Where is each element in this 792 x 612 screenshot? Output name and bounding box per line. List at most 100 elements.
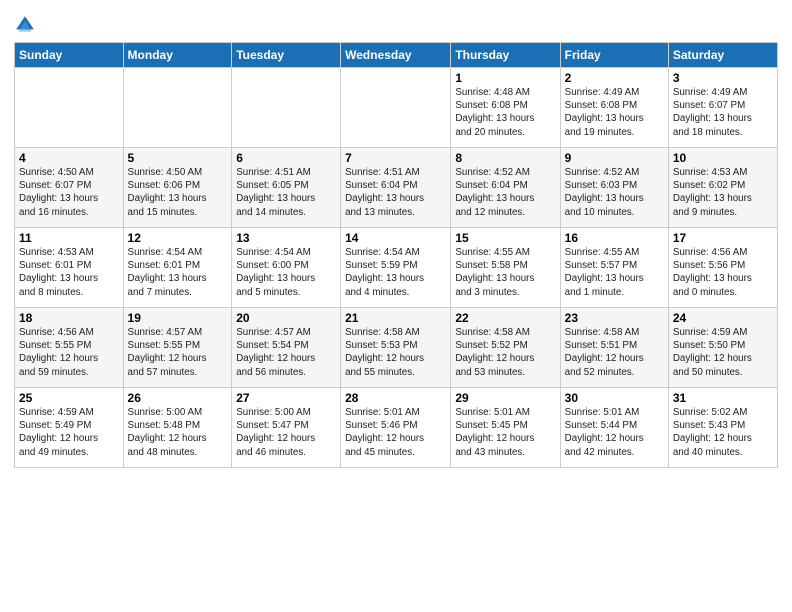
day-cell xyxy=(341,68,451,148)
day-cell: 26Sunrise: 5:00 AM Sunset: 5:48 PM Dayli… xyxy=(123,388,232,468)
day-number: 25 xyxy=(19,391,119,405)
day-cell: 7Sunrise: 4:51 AM Sunset: 6:04 PM Daylig… xyxy=(341,148,451,228)
day-number: 16 xyxy=(565,231,664,245)
day-info: Sunrise: 4:59 AM Sunset: 5:49 PM Dayligh… xyxy=(19,406,119,459)
day-number: 23 xyxy=(565,311,664,325)
day-number: 31 xyxy=(673,391,773,405)
day-info: Sunrise: 4:54 AM Sunset: 6:00 PM Dayligh… xyxy=(236,246,336,299)
weekday-header-sunday: Sunday xyxy=(15,43,124,68)
day-info: Sunrise: 5:02 AM Sunset: 5:43 PM Dayligh… xyxy=(673,406,773,459)
day-info: Sunrise: 4:57 AM Sunset: 5:55 PM Dayligh… xyxy=(128,326,228,379)
day-number: 1 xyxy=(455,71,555,85)
day-info: Sunrise: 4:55 AM Sunset: 5:58 PM Dayligh… xyxy=(455,246,555,299)
day-number: 12 xyxy=(128,231,228,245)
day-number: 28 xyxy=(345,391,446,405)
day-info: Sunrise: 4:48 AM Sunset: 6:08 PM Dayligh… xyxy=(455,86,555,139)
logo-icon xyxy=(14,14,36,36)
day-number: 20 xyxy=(236,311,336,325)
day-cell xyxy=(123,68,232,148)
day-cell: 3Sunrise: 4:49 AM Sunset: 6:07 PM Daylig… xyxy=(668,68,777,148)
day-cell: 11Sunrise: 4:53 AM Sunset: 6:01 PM Dayli… xyxy=(15,228,124,308)
day-cell: 20Sunrise: 4:57 AM Sunset: 5:54 PM Dayli… xyxy=(232,308,341,388)
day-info: Sunrise: 5:01 AM Sunset: 5:46 PM Dayligh… xyxy=(345,406,446,459)
day-info: Sunrise: 4:51 AM Sunset: 6:05 PM Dayligh… xyxy=(236,166,336,219)
week-row-1: 4Sunrise: 4:50 AM Sunset: 6:07 PM Daylig… xyxy=(15,148,778,228)
weekday-header-thursday: Thursday xyxy=(451,43,560,68)
day-number: 6 xyxy=(236,151,336,165)
day-cell: 24Sunrise: 4:59 AM Sunset: 5:50 PM Dayli… xyxy=(668,308,777,388)
day-number: 17 xyxy=(673,231,773,245)
day-cell: 2Sunrise: 4:49 AM Sunset: 6:08 PM Daylig… xyxy=(560,68,668,148)
day-number: 27 xyxy=(236,391,336,405)
day-cell: 25Sunrise: 4:59 AM Sunset: 5:49 PM Dayli… xyxy=(15,388,124,468)
day-info: Sunrise: 4:56 AM Sunset: 5:55 PM Dayligh… xyxy=(19,326,119,379)
day-info: Sunrise: 4:54 AM Sunset: 5:59 PM Dayligh… xyxy=(345,246,446,299)
day-number: 29 xyxy=(455,391,555,405)
week-row-3: 18Sunrise: 4:56 AM Sunset: 5:55 PM Dayli… xyxy=(15,308,778,388)
day-info: Sunrise: 4:58 AM Sunset: 5:51 PM Dayligh… xyxy=(565,326,664,379)
day-info: Sunrise: 5:00 AM Sunset: 5:48 PM Dayligh… xyxy=(128,406,228,459)
day-cell: 6Sunrise: 4:51 AM Sunset: 6:05 PM Daylig… xyxy=(232,148,341,228)
day-cell: 8Sunrise: 4:52 AM Sunset: 6:04 PM Daylig… xyxy=(451,148,560,228)
week-row-2: 11Sunrise: 4:53 AM Sunset: 6:01 PM Dayli… xyxy=(15,228,778,308)
day-info: Sunrise: 5:01 AM Sunset: 5:45 PM Dayligh… xyxy=(455,406,555,459)
day-info: Sunrise: 4:49 AM Sunset: 6:07 PM Dayligh… xyxy=(673,86,773,139)
logo xyxy=(14,14,40,36)
day-cell: 17Sunrise: 4:56 AM Sunset: 5:56 PM Dayli… xyxy=(668,228,777,308)
day-info: Sunrise: 5:00 AM Sunset: 5:47 PM Dayligh… xyxy=(236,406,336,459)
week-row-0: 1Sunrise: 4:48 AM Sunset: 6:08 PM Daylig… xyxy=(15,68,778,148)
day-number: 26 xyxy=(128,391,228,405)
day-number: 24 xyxy=(673,311,773,325)
day-cell: 15Sunrise: 4:55 AM Sunset: 5:58 PM Dayli… xyxy=(451,228,560,308)
day-number: 7 xyxy=(345,151,446,165)
day-info: Sunrise: 4:58 AM Sunset: 5:53 PM Dayligh… xyxy=(345,326,446,379)
day-cell: 1Sunrise: 4:48 AM Sunset: 6:08 PM Daylig… xyxy=(451,68,560,148)
day-number: 3 xyxy=(673,71,773,85)
day-info: Sunrise: 4:53 AM Sunset: 6:02 PM Dayligh… xyxy=(673,166,773,219)
day-cell: 4Sunrise: 4:50 AM Sunset: 6:07 PM Daylig… xyxy=(15,148,124,228)
day-number: 18 xyxy=(19,311,119,325)
day-number: 8 xyxy=(455,151,555,165)
day-cell: 29Sunrise: 5:01 AM Sunset: 5:45 PM Dayli… xyxy=(451,388,560,468)
day-cell: 31Sunrise: 5:02 AM Sunset: 5:43 PM Dayli… xyxy=(668,388,777,468)
weekday-header-row: SundayMondayTuesdayWednesdayThursdayFrid… xyxy=(15,43,778,68)
day-number: 19 xyxy=(128,311,228,325)
day-cell: 18Sunrise: 4:56 AM Sunset: 5:55 PM Dayli… xyxy=(15,308,124,388)
day-number: 2 xyxy=(565,71,664,85)
day-info: Sunrise: 4:52 AM Sunset: 6:03 PM Dayligh… xyxy=(565,166,664,219)
day-number: 5 xyxy=(128,151,228,165)
day-info: Sunrise: 5:01 AM Sunset: 5:44 PM Dayligh… xyxy=(565,406,664,459)
weekday-header-monday: Monday xyxy=(123,43,232,68)
day-number: 4 xyxy=(19,151,119,165)
day-number: 9 xyxy=(565,151,664,165)
day-cell: 14Sunrise: 4:54 AM Sunset: 5:59 PM Dayli… xyxy=(341,228,451,308)
day-info: Sunrise: 4:54 AM Sunset: 6:01 PM Dayligh… xyxy=(128,246,228,299)
day-info: Sunrise: 4:51 AM Sunset: 6:04 PM Dayligh… xyxy=(345,166,446,219)
weekday-header-tuesday: Tuesday xyxy=(232,43,341,68)
day-number: 11 xyxy=(19,231,119,245)
week-row-4: 25Sunrise: 4:59 AM Sunset: 5:49 PM Dayli… xyxy=(15,388,778,468)
day-cell: 16Sunrise: 4:55 AM Sunset: 5:57 PM Dayli… xyxy=(560,228,668,308)
day-cell: 23Sunrise: 4:58 AM Sunset: 5:51 PM Dayli… xyxy=(560,308,668,388)
day-info: Sunrise: 4:58 AM Sunset: 5:52 PM Dayligh… xyxy=(455,326,555,379)
day-cell: 30Sunrise: 5:01 AM Sunset: 5:44 PM Dayli… xyxy=(560,388,668,468)
day-cell: 5Sunrise: 4:50 AM Sunset: 6:06 PM Daylig… xyxy=(123,148,232,228)
day-cell: 21Sunrise: 4:58 AM Sunset: 5:53 PM Dayli… xyxy=(341,308,451,388)
day-info: Sunrise: 4:50 AM Sunset: 6:07 PM Dayligh… xyxy=(19,166,119,219)
day-number: 10 xyxy=(673,151,773,165)
day-cell: 10Sunrise: 4:53 AM Sunset: 6:02 PM Dayli… xyxy=(668,148,777,228)
day-cell: 27Sunrise: 5:00 AM Sunset: 5:47 PM Dayli… xyxy=(232,388,341,468)
day-info: Sunrise: 4:55 AM Sunset: 5:57 PM Dayligh… xyxy=(565,246,664,299)
weekday-header-wednesday: Wednesday xyxy=(341,43,451,68)
day-cell: 22Sunrise: 4:58 AM Sunset: 5:52 PM Dayli… xyxy=(451,308,560,388)
day-number: 22 xyxy=(455,311,555,325)
day-cell xyxy=(15,68,124,148)
day-number: 21 xyxy=(345,311,446,325)
main-container: SundayMondayTuesdayWednesdayThursdayFrid… xyxy=(0,0,792,478)
day-info: Sunrise: 4:57 AM Sunset: 5:54 PM Dayligh… xyxy=(236,326,336,379)
day-info: Sunrise: 4:53 AM Sunset: 6:01 PM Dayligh… xyxy=(19,246,119,299)
day-info: Sunrise: 4:52 AM Sunset: 6:04 PM Dayligh… xyxy=(455,166,555,219)
day-info: Sunrise: 4:59 AM Sunset: 5:50 PM Dayligh… xyxy=(673,326,773,379)
day-info: Sunrise: 4:56 AM Sunset: 5:56 PM Dayligh… xyxy=(673,246,773,299)
day-number: 15 xyxy=(455,231,555,245)
